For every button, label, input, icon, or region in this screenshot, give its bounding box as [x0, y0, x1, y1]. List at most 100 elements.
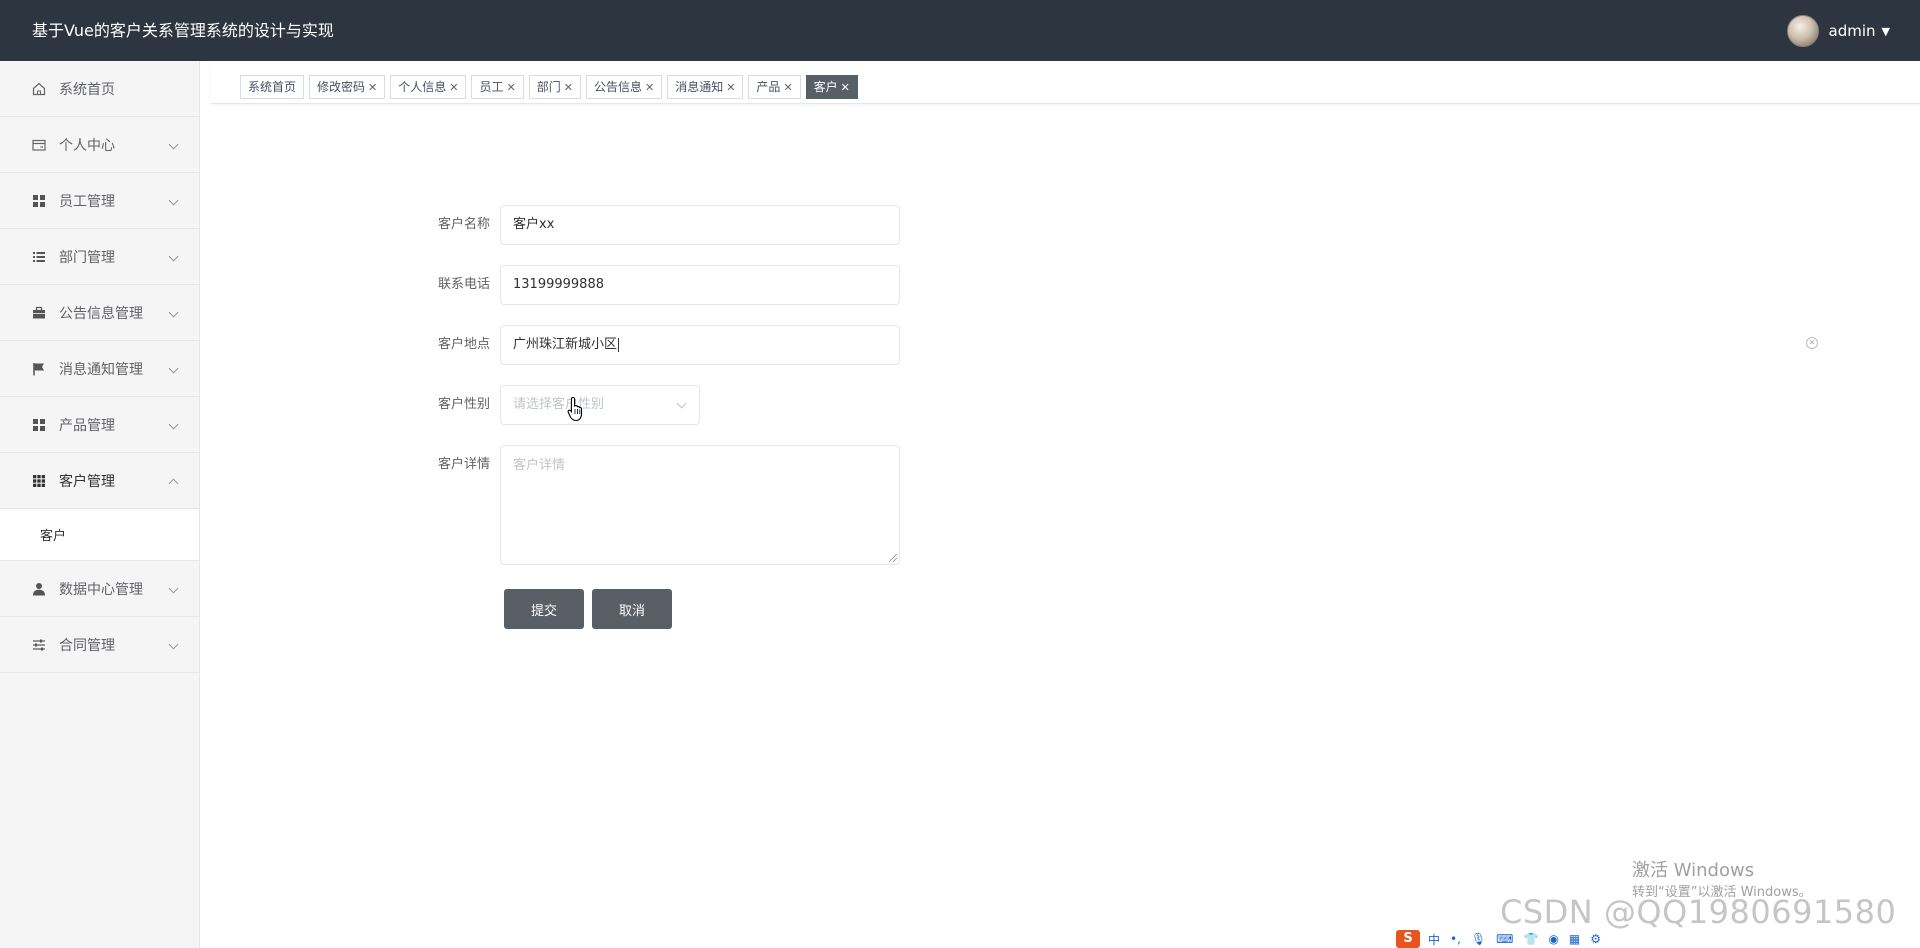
sidebar-item-contract[interactable]: 合同管理: [0, 617, 199, 673]
gender-placeholder: 请选择客户性别: [513, 397, 605, 412]
sidebar-item-label: 员工管理: [59, 193, 115, 210]
detail-textarea[interactable]: 客户详情: [500, 445, 900, 565]
close-icon[interactable]: ✕: [783, 81, 792, 94]
submit-button[interactable]: 提交: [504, 589, 584, 629]
sidebar-item-label: 公告信息管理: [59, 305, 143, 322]
form-row-address: 客户地点 广州珠江新城小区: [420, 325, 900, 365]
sidebar-item-data-center[interactable]: 数据中心管理: [0, 561, 199, 617]
phone-label: 联系电话: [437, 277, 490, 292]
tab-department[interactable]: 部门 ✕: [528, 75, 581, 99]
customer-name-input[interactable]: 客户xx: [500, 205, 900, 245]
chevron-down-icon: [676, 398, 687, 409]
grid-icon: [31, 417, 47, 433]
chevron-up-icon: [168, 478, 179, 488]
user-menu[interactable]: admin ▼: [1786, 15, 1890, 47]
sidebar-item-personal-center[interactable]: 个人中心: [0, 117, 199, 173]
tab-label: 个人信息: [398, 80, 447, 94]
sidebar-item-label: 客户管理: [59, 473, 115, 490]
ime-logo-icon[interactable]: S: [1396, 930, 1420, 948]
cancel-button[interactable]: 取消: [592, 589, 672, 629]
form-row-phone: 联系电话 13199999888: [420, 265, 900, 305]
chevron-down-icon: [168, 307, 179, 317]
tab-label: 系统首页: [248, 80, 297, 94]
sidebar-item-department[interactable]: 部门管理: [0, 229, 199, 285]
close-icon[interactable]: ✕: [645, 81, 654, 94]
chevron-down-icon: [168, 139, 179, 149]
close-circle-icon[interactable]: ✕: [1806, 337, 1818, 349]
home-icon: [31, 81, 47, 97]
chevron-down-icon: [168, 639, 179, 649]
sidebar-subitem-customer[interactable]: 客户: [0, 509, 199, 561]
tab-product[interactable]: 产品 ✕: [748, 75, 801, 99]
briefcase-icon: [31, 305, 47, 321]
keyboard-icon[interactable]: ⌨: [1496, 932, 1513, 946]
caret-down-icon[interactable]: ▼: [1882, 25, 1890, 38]
tab-bar: 系统首页 修改密码 ✕ 个人信息 ✕ 员工 ✕ 部门 ✕ 公告信息 ✕ 消息通知 ✕ 产品 ✕…: [211, 62, 1920, 104]
csdn-watermark: CSDN @QQ1980691580: [1500, 893, 1897, 931]
text-cursor: [618, 337, 620, 352]
punctuation-icon[interactable]: •,: [1450, 932, 1461, 946]
list-icon: [31, 249, 47, 265]
close-icon[interactable]: ✕: [564, 81, 573, 94]
form-row-detail: 客户详情 客户详情: [420, 445, 900, 565]
form-row-gender: 客户性别 请选择客户性别: [420, 385, 700, 425]
chevron-down-icon: [168, 195, 179, 205]
tab-personal-info[interactable]: 个人信息 ✕: [390, 75, 467, 99]
gender-label: 客户性别: [437, 397, 490, 412]
tab-label: 员工: [479, 80, 504, 94]
phone-input[interactable]: 13199999888: [500, 265, 900, 305]
tab-employee[interactable]: 员工 ✕: [471, 75, 524, 99]
hand-cursor-icon: [567, 396, 583, 422]
ime-lang-toggle[interactable]: 中: [1428, 931, 1440, 948]
tab-label: 部门: [536, 80, 561, 94]
avatar[interactable]: [1786, 15, 1819, 47]
sidebar-item-message[interactable]: 消息通知管理: [0, 341, 199, 397]
address-input[interactable]: 广州珠江新城小区: [500, 325, 900, 365]
close-icon[interactable]: ✕: [449, 81, 458, 94]
detail-label: 客户详情: [437, 457, 490, 472]
sidebar-item-label: 个人中心: [59, 137, 115, 154]
sidebar-item-notice[interactable]: 公告信息管理: [0, 285, 199, 341]
close-icon[interactable]: ✕: [368, 81, 377, 94]
flag-icon: [31, 361, 47, 377]
settings-icon[interactable]: ⚙: [1590, 932, 1601, 946]
tab-customer[interactable]: 客户 ✕: [805, 75, 858, 99]
sidebar-item-label: 系统首页: [59, 81, 115, 98]
tab-label: 产品: [756, 80, 781, 94]
robot-icon[interactable]: ◉: [1548, 932, 1558, 946]
sidebar-item-label: 产品管理: [59, 417, 115, 434]
close-icon[interactable]: ✕: [726, 81, 735, 94]
skin-icon[interactable]: 👕: [1523, 932, 1538, 946]
sidebar-item-customer[interactable]: 客户管理: [0, 453, 199, 509]
sidebar-item-home[interactable]: 系统首页: [0, 61, 199, 117]
tab-label: 客户: [813, 80, 838, 94]
microphone-icon[interactable]: 🎙: [1471, 932, 1486, 946]
sidebar-item-label: 数据中心管理: [59, 581, 143, 598]
detail-placeholder: 客户详情: [513, 458, 566, 473]
chevron-down-icon: [168, 419, 179, 429]
form-buttons: 提交 取消: [504, 589, 680, 629]
tab-home[interactable]: 系统首页: [240, 75, 305, 99]
toolbox-icon[interactable]: ▦: [1569, 932, 1580, 946]
sidebar-item-product[interactable]: 产品管理: [0, 397, 199, 453]
tab-label: 修改密码: [317, 80, 366, 94]
tab-label: 消息通知: [675, 80, 724, 94]
top-header: 基于Vue的客户关系管理系统的设计与实现 admin ▼: [0, 0, 1920, 61]
sidebar-item-label: 部门管理: [59, 249, 115, 266]
sidebar-item-employee[interactable]: 员工管理: [0, 173, 199, 229]
ime-toolbar[interactable]: S 中 •, 🎙 ⌨ 👕 ◉ ▦ ⚙: [1396, 930, 1612, 948]
chevron-down-icon: [168, 583, 179, 593]
resize-handle-icon[interactable]: [889, 554, 897, 562]
close-icon[interactable]: ✕: [841, 81, 850, 94]
address-label: 客户地点: [437, 337, 490, 352]
sidebar-item-label: 消息通知管理: [59, 361, 143, 378]
gender-select[interactable]: 请选择客户性别: [500, 385, 700, 425]
user-name[interactable]: admin: [1829, 22, 1876, 40]
close-icon[interactable]: ✕: [507, 81, 516, 94]
tab-change-password[interactable]: 修改密码 ✕: [309, 75, 386, 99]
sidebar-subitem-label: 客户: [40, 529, 67, 544]
tab-message[interactable]: 消息通知 ✕: [667, 75, 744, 99]
tab-notice[interactable]: 公告信息 ✕: [585, 75, 663, 99]
chevron-down-icon: [168, 251, 179, 261]
grid-icon: [31, 193, 47, 209]
